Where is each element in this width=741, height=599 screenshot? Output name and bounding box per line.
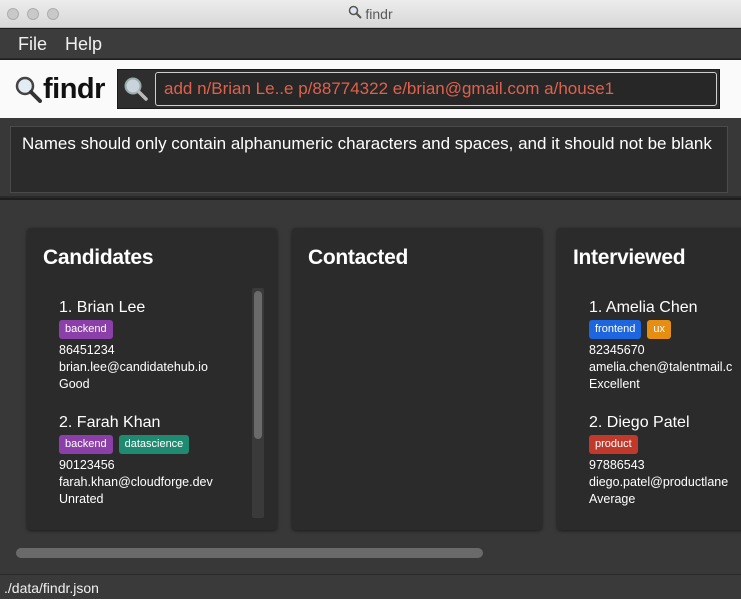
card-list: 1. Brian Lee backend 86451234 brian.lee@… [59,298,249,528]
window-titlebar: findr [0,0,741,28]
vertical-scrollbar[interactable] [252,288,264,518]
command-box [117,69,720,109]
logo-text: findr [43,72,105,105]
candidate-rating: Average [589,492,636,506]
window-title-text: findr [365,6,393,22]
save-file-path: ./data/findr.json [4,580,99,596]
tag-badge: product [589,435,638,454]
candidate-phone: 90123456 [59,458,115,472]
candidate-phone: 97886543 [589,458,645,472]
magnifier-icon [14,75,42,103]
window-title: findr [0,5,741,22]
card-list: 1. Amelia Chen frontend ux 82345670 amel… [589,298,741,528]
tag-list: product [589,435,741,454]
pipeline-board: Candidates 1. Brian Lee backend 86451234… [0,200,741,574]
column-title: Candidates [43,246,154,269]
candidate-rating: Excellent [589,377,640,391]
candidate-card[interactable]: 2. Diego Patel product 97886543 diego.pa… [589,413,741,508]
column-title: Contacted [308,246,408,269]
status-bar: ./data/findr.json [0,574,741,599]
candidate-rating: Unrated [59,492,104,506]
candidate-phone: 86451234 [59,343,115,357]
column-title: Interviewed [573,246,686,269]
candidate-name: 2. Farah Khan [59,414,161,431]
tag-list: backend datascience [59,435,249,454]
menu-file[interactable]: File [18,34,47,55]
result-panel: Names should only contain alphanumeric c… [0,118,741,198]
candidate-email: diego.patel@productlane [589,475,729,489]
tag-list: frontend ux [589,320,741,339]
menu-bar: File Help [0,29,741,59]
tag-badge: datascience [118,435,190,454]
column-candidates: Candidates 1. Brian Lee backend 86451234… [27,228,277,530]
candidate-name: 1. Brian Lee [59,299,146,316]
command-row: findr [0,60,741,118]
search-icon [121,74,149,104]
result-display: Names should only contain alphanumeric c… [10,126,728,193]
candidate-card[interactable]: 1. Brian Lee backend 86451234 brian.lee@… [59,298,249,393]
candidate-card[interactable]: 1. Amelia Chen frontend ux 82345670 amel… [589,298,741,393]
candidate-card[interactable]: 2. Farah Khan backend datascience 901234… [59,413,249,508]
candidate-name: 1. Amelia Chen [589,299,698,316]
tag-badge: ux [647,320,671,339]
tag-badge: backend [59,435,113,454]
candidate-phone: 82345670 [589,343,645,357]
tag-badge: frontend [589,320,642,339]
tag-badge: backend [59,320,113,339]
tag-list: backend [59,320,249,339]
candidate-email: farah.khan@cloudforge.dev [59,475,213,489]
menu-help[interactable]: Help [65,34,102,55]
command-input[interactable] [155,72,717,106]
scrollbar-thumb[interactable] [254,291,262,439]
candidate-email: brian.lee@candidatehub.io [59,360,208,374]
app-logo: findr [14,71,105,107]
magnifier-icon [348,5,363,22]
candidate-rating: Good [59,377,90,391]
column-interviewed: Interviewed 1. Amelia Chen frontend ux 8… [557,228,741,530]
candidate-email: amelia.chen@talentmail.c [589,360,733,374]
candidate-name: 2. Diego Patel [589,414,690,431]
column-contacted: Contacted [292,228,542,530]
horizontal-scrollbar-thumb[interactable] [16,548,483,558]
